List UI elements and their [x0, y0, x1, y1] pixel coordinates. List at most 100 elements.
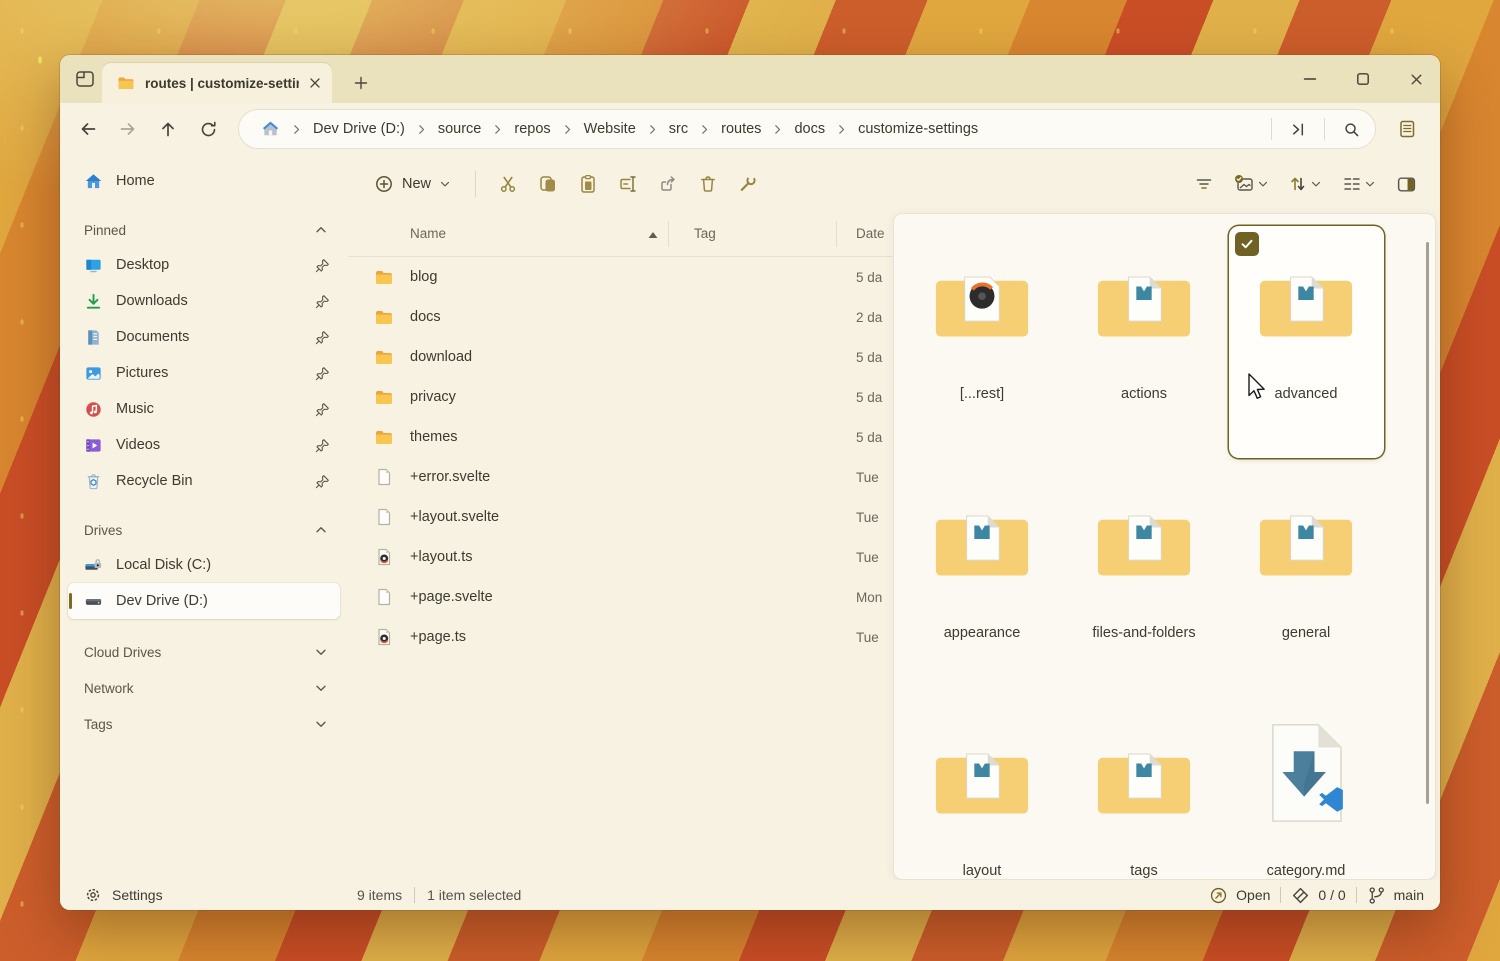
breadcrumb-home-button[interactable] [255, 116, 286, 143]
plus-circle-icon [374, 174, 394, 194]
file-row[interactable]: blog5 da [348, 257, 893, 297]
sidebar-section-label: Network [84, 681, 134, 696]
column-header-tag[interactable]: Tag [694, 226, 716, 241]
new-button[interactable]: New [362, 166, 463, 202]
sidebar-section-cloud-drives[interactable]: Cloud Drives [68, 635, 340, 669]
sidebar-item-videos[interactable]: Videos [68, 427, 340, 463]
forward-button[interactable] [110, 111, 146, 147]
selected-count: 1 item selected [427, 887, 521, 903]
folder-icon [116, 73, 136, 93]
home-icon [84, 172, 103, 191]
go-to-end-button[interactable] [1282, 114, 1314, 144]
tab-routes-customize-settings[interactable]: routes | customize-settings [102, 63, 332, 103]
copy-button[interactable] [528, 166, 568, 202]
git-branch-button[interactable]: main [1367, 886, 1424, 905]
grid-item-label: files-and-folders [1071, 625, 1218, 641]
sidebar-item-local-disk-c-[interactable]: Local Disk (C:) [68, 547, 340, 583]
filter-button[interactable] [1184, 166, 1224, 202]
file-name: +layout.svelte [410, 509, 662, 525]
grid-item-category.md[interactable]: category.md [1229, 703, 1384, 880]
file-date: Tue [830, 630, 879, 645]
column-header-name[interactable]: Name [410, 226, 446, 241]
share-button[interactable] [648, 166, 688, 202]
preview-pane-toggle[interactable] [1386, 166, 1426, 202]
minimize-button[interactable] [1302, 71, 1318, 87]
sidebar-section-network[interactable]: Network [68, 671, 340, 705]
file-row[interactable]: themes5 da [348, 417, 893, 457]
folder-icon [1247, 252, 1365, 348]
sidebar-item-documents[interactable]: Documents [68, 319, 340, 355]
paste-button[interactable] [568, 166, 608, 202]
cut-button[interactable] [488, 166, 528, 202]
settings-button[interactable]: Settings [60, 886, 163, 904]
sort-icon [1288, 174, 1308, 194]
search-icon [1342, 120, 1361, 139]
breadcrumb-item[interactable]: repos [508, 117, 556, 141]
grid-item--...rest-[interactable]: [...rest] [905, 226, 1060, 458]
address-bar[interactable]: Dev Drive (D:) source repos Website src route… [238, 109, 1376, 149]
file-row[interactable]: +page.svelteMon [348, 577, 893, 617]
delete-button[interactable] [688, 166, 728, 202]
folder-icon [374, 427, 394, 447]
breadcrumb-item[interactable]: routes [715, 117, 767, 141]
breadcrumb-item[interactable]: docs [788, 117, 831, 141]
rename-button[interactable] [608, 166, 648, 202]
breadcrumb-item[interactable]: source [432, 117, 488, 141]
file-row[interactable]: privacy5 da [348, 377, 893, 417]
grid-item-actions[interactable]: actions [1067, 226, 1222, 458]
sidebar-item-recycle-bin[interactable]: Recycle Bin [68, 463, 340, 499]
file-row[interactable]: +error.svelteTue [348, 457, 893, 497]
gear-icon [84, 886, 102, 904]
sidebar-item-music[interactable]: Music [68, 391, 340, 427]
sidebar-section-drives[interactable]: Drives [68, 513, 340, 547]
up-button[interactable] [150, 111, 186, 147]
sidebar-item-downloads[interactable]: Downloads [68, 283, 340, 319]
grid-item-label: category.md [1233, 863, 1380, 879]
chevron-right-icon [698, 123, 711, 136]
grid-item-appearance[interactable]: appearance [905, 465, 1060, 697]
grid-item-files-and-folders[interactable]: files-and-folders [1067, 465, 1222, 697]
sidebar: Home PinnedDesktopDownloadsDocumentsPictu… [60, 155, 348, 880]
grid-item-advanced[interactable]: advanced [1229, 226, 1384, 458]
sidebar-item-desktop[interactable]: Desktop [68, 247, 340, 283]
grid-item-tags[interactable]: tags [1067, 703, 1222, 880]
select-button[interactable] [1224, 166, 1278, 202]
breadcrumb-item[interactable]: customize-settings [852, 117, 984, 141]
selection-status: 9 items 1 item selected [357, 887, 521, 903]
view-button[interactable] [1332, 166, 1386, 202]
search-button[interactable] [1335, 114, 1367, 144]
selection-checkbox[interactable] [1235, 232, 1259, 256]
git-changes-button[interactable]: 0 / 0 [1291, 886, 1345, 905]
open-button[interactable]: Open [1209, 886, 1270, 905]
breadcrumb-item[interactable]: Website [578, 117, 642, 141]
sidebar-section-pinned[interactable]: Pinned [68, 213, 340, 247]
sidebar-toggle-button[interactable] [68, 62, 102, 96]
sidebar-section-tags[interactable]: Tags [68, 707, 340, 741]
file-row[interactable]: +layout.svelteTue [348, 497, 893, 537]
maximize-button[interactable] [1355, 71, 1371, 87]
file-row[interactable]: download5 da [348, 337, 893, 377]
sort-button[interactable] [1278, 166, 1332, 202]
grid-item-general[interactable]: general [1229, 465, 1384, 697]
details-pane-button[interactable] [1388, 111, 1426, 147]
close-window-button[interactable] [1408, 71, 1424, 87]
sidebar-item-pictures[interactable]: Pictures [68, 355, 340, 391]
file-row[interactable]: docs2 da [348, 297, 893, 337]
column-divider[interactable] [668, 221, 669, 247]
grid-item-layout[interactable]: layout [905, 703, 1060, 880]
sidebar-item-home[interactable]: Home [68, 163, 340, 199]
close-tab-icon[interactable] [308, 76, 322, 90]
back-button[interactable] [70, 111, 106, 147]
column-header-date[interactable]: Date [856, 226, 885, 241]
breadcrumb-item[interactable]: src [663, 117, 694, 141]
new-tab-button[interactable] [346, 68, 376, 98]
divider [414, 887, 415, 903]
properties-button[interactable] [728, 166, 768, 202]
breadcrumb-item[interactable]: Dev Drive (D:) [307, 117, 411, 141]
sidebar-item-dev-drive-d-[interactable]: Dev Drive (D:) [68, 583, 340, 619]
scrollbar-thumb[interactable] [1426, 242, 1429, 804]
column-divider[interactable] [836, 221, 837, 247]
file-row[interactable]: +layout.tsTue [348, 537, 893, 577]
refresh-button[interactable] [190, 111, 226, 147]
file-row[interactable]: +page.tsTue [348, 617, 893, 657]
